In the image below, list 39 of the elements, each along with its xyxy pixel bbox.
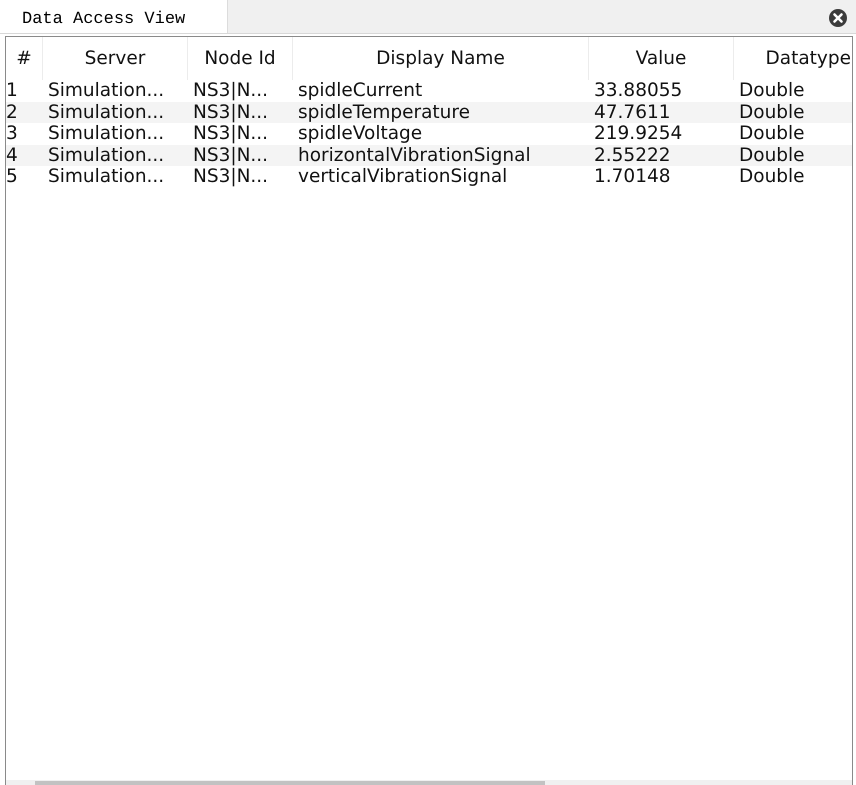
table-cell-text: NS3|N... [192, 123, 270, 145]
table-cell-text: 219.9254 [593, 123, 684, 145]
column-header[interactable]: Node Id [188, 37, 293, 80]
table-cell-text: Double [738, 144, 806, 166]
table-cell-text: 3 [6, 123, 19, 145]
table-cell-text: Double [738, 123, 806, 145]
table-cell-text: NS3|N... [192, 102, 270, 124]
table-cell-text: Simulation... [47, 166, 166, 188]
table-cell-text: 4 [6, 144, 19, 166]
table-cell-text: Double [738, 166, 806, 188]
table-cell-text: NS3|N... [192, 80, 270, 102]
table-cell-text: Double [738, 80, 806, 102]
table-cell-text: spidleVoltage [297, 123, 424, 145]
tab[interactable]: Data Access View [0, 0, 228, 33]
table-cell-text: 33.88055 [593, 80, 684, 102]
table-cell-text: 2.55222 [593, 144, 672, 166]
table-cell-text: NS3|N... [192, 166, 270, 188]
column-header[interactable]: # [6, 37, 43, 80]
table-cell-text: Simulation... [47, 144, 166, 166]
table-cell-text: Simulation... [47, 123, 166, 145]
table-cell-text: 2 [6, 102, 19, 124]
table-cell-text: 47.7611 [593, 102, 672, 124]
table-cell-text: 1.70148 [593, 166, 672, 188]
table-cell-text: 1 [6, 80, 19, 102]
table-cell-text: Double [738, 102, 806, 124]
column-header[interactable]: Display Name [293, 37, 589, 80]
close-icon[interactable] [828, 8, 848, 28]
column-header[interactable]: Value [589, 37, 734, 80]
column-header[interactable]: Server [43, 37, 188, 80]
table-cell-text: 5 [6, 166, 19, 188]
table-cell-text: NS3|N... [192, 144, 270, 166]
table-cell-text: horizontalVibrationSignal [297, 144, 532, 166]
table-cell-text: spidleTemperature [297, 102, 471, 124]
table-cell-text: spidleCurrent [297, 80, 424, 102]
scrollbar-thumb[interactable] [35, 781, 545, 785]
column-header[interactable]: Datatype [734, 37, 852, 80]
table-cell-text: Simulation... [47, 102, 166, 124]
table-cell-text: Simulation... [47, 80, 166, 102]
table-cell-text: verticalVibrationSignal [297, 166, 508, 188]
